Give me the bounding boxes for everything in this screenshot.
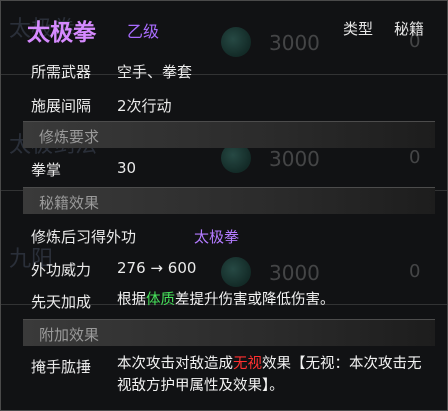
interval-value: 2次行动 — [117, 97, 172, 115]
background-item-price: 3000 — [269, 31, 320, 55]
weapon-label: 所需武器 — [31, 63, 92, 81]
item-grade: 乙级 — [127, 22, 160, 41]
coin-icon — [221, 257, 251, 287]
learn-value: 太极拳 — [194, 228, 240, 246]
section-title: 附加效果 — [39, 326, 100, 344]
power-from: 276 — [117, 259, 146, 277]
first-strike-row: 先天加成 — [31, 291, 91, 312]
first-strike-description: 根据体质差提升伤害或降低伤害。 — [117, 289, 435, 311]
power-row: 外功威力 276 → 600 — [31, 259, 196, 280]
background-item-qty: 0 — [409, 261, 421, 282]
background-item-qty: 0 — [409, 147, 421, 168]
first-strike-text-a: 根据 — [117, 292, 146, 308]
item-title: 太极拳 — [27, 20, 96, 46]
first-strike-text-b: 差提升伤害或降低伤害。 — [175, 292, 335, 308]
coin-icon — [221, 27, 251, 57]
section-header-effects: 秘籍效果 — [23, 187, 435, 214]
section-title: 修炼要求 — [39, 128, 100, 146]
learn-row: 修炼后习得外功 太极拳 — [31, 226, 239, 247]
interval-row: 施展间隔 2次行动 — [31, 95, 172, 116]
first-strike-label: 先天加成 — [31, 293, 92, 311]
type-label: 类型 — [343, 20, 374, 38]
power-to: 600 — [167, 259, 197, 277]
requirement-value: 30 — [117, 159, 137, 177]
section-title: 秘籍效果 — [39, 194, 100, 212]
power-value: 276 → 600 — [117, 259, 196, 277]
requirement-row: 拳掌 30 — [31, 159, 136, 180]
power-label: 外功威力 — [31, 261, 92, 279]
extra-effect-row: 掩手肱捶 — [31, 356, 91, 377]
first-strike-highlight: 体质 — [146, 292, 175, 308]
weapon-value: 空手、拳套 — [117, 63, 193, 81]
interval-label: 施展间隔 — [31, 97, 92, 115]
learn-label: 修炼后习得外功 — [31, 228, 137, 246]
item-tooltip-panel: 太极拳 3000 0 太极剑法 3000 0 九阳 3000 0 太极拳 乙级 … — [0, 0, 448, 411]
extra-effect-label: 掩手肱捶 — [31, 358, 92, 376]
background-item-price: 3000 — [269, 261, 320, 285]
extra-effect-description: 本次攻击对敌造成无视效果【无视：本次攻击无视敌方护甲属性及效果】。 — [117, 353, 435, 397]
extra-effect-highlight: 无视 — [233, 356, 262, 372]
extra-effect-text-a: 本次攻击对敌造成 — [117, 356, 233, 372]
type-value: 秘籍 — [394, 20, 425, 38]
requirement-label: 拳掌 — [31, 161, 62, 179]
section-header-training: 修炼要求 — [23, 121, 435, 148]
weapon-row: 所需武器 空手、拳套 — [31, 61, 192, 82]
section-header-extra: 附加效果 — [23, 319, 435, 346]
arrow-icon: → — [150, 259, 163, 277]
background-item-price: 3000 — [269, 147, 320, 171]
